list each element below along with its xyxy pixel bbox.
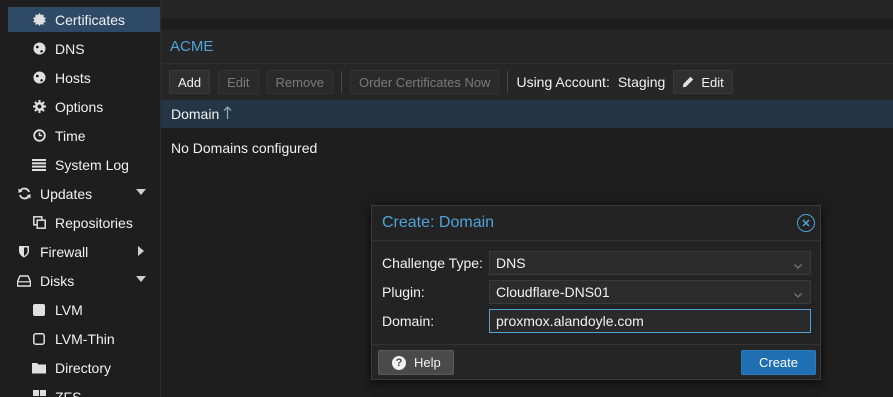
help-label: Help (414, 355, 441, 370)
sidebar-item-label: Certificates (55, 11, 126, 28)
gear-icon (32, 100, 46, 114)
list-icon (32, 158, 46, 172)
challenge-type-value: DNS (496, 255, 526, 271)
chevron-down-icon[interactable] (793, 287, 803, 303)
grid-header[interactable]: Domain (161, 100, 893, 128)
plugin-select[interactable]: Cloudflare-DNS01 (489, 280, 811, 304)
remove-button[interactable]: Remove (266, 70, 333, 94)
sort-ascending-icon (223, 105, 232, 123)
square-icon (32, 303, 46, 317)
sidebar-item-label: ZFS (55, 388, 82, 397)
hdd-icon (17, 274, 31, 288)
sidebar-item-label: Hosts (55, 69, 91, 86)
grid-icon (32, 390, 46, 397)
challenge-type-label: Challenge Type: (382, 255, 483, 271)
using-account-label: Using Account: (516, 74, 610, 90)
challenge-type-row: Challenge Type: DNS (382, 251, 812, 275)
sidebar-item-label: Options (55, 98, 104, 115)
account-value: Staging (617, 74, 666, 90)
domain-label: Domain: (382, 313, 435, 329)
chevron-down-icon[interactable] (136, 189, 146, 195)
sidebar-item-label: Disks (40, 272, 75, 289)
sidebar-item-lvm-thin[interactable]: LVM-Thin (8, 326, 160, 351)
sidebar-item-directory[interactable]: Directory (8, 355, 160, 380)
create-button[interactable]: Create (741, 350, 816, 375)
chevron-right-icon[interactable] (138, 246, 144, 256)
sidebar-item-hosts[interactable]: Hosts (8, 65, 160, 90)
sidebar-item-disks[interactable]: Disks (8, 268, 160, 293)
column-header-domain[interactable]: Domain (171, 106, 219, 122)
add-button[interactable]: Add (169, 70, 211, 94)
edit-button[interactable]: Edit (218, 70, 259, 94)
dialog-title: Create: Domain (382, 214, 495, 231)
account-edit-label: Edit (701, 74, 724, 90)
sidebar-item-lvm[interactable]: LVM (8, 297, 160, 322)
plugin-row: Plugin: Cloudflare-DNS01 (382, 280, 812, 304)
dialog-footer: ? Help Create (372, 344, 820, 379)
sidebar-item-label: Time (55, 127, 86, 144)
sidebar-item-options[interactable]: Options (8, 94, 160, 119)
plugin-label: Plugin: (382, 284, 425, 300)
copy-icon (32, 216, 46, 230)
globe-icon (32, 71, 46, 85)
create-domain-dialog: Create: Domain Challenge Type: DNS Plugi… (371, 205, 821, 380)
sidebar-item-label: Firewall (40, 243, 89, 260)
help-button[interactable]: ? Help (378, 350, 454, 375)
square-outline-icon (32, 332, 46, 346)
sidebar-item-label: LVM-Thin (55, 330, 115, 347)
sidebar-item-updates[interactable]: Updates (8, 181, 160, 206)
chevron-down-icon[interactable] (136, 276, 146, 282)
sidebar-item-zfs[interactable]: ZFS (8, 384, 160, 397)
plugin-value: Cloudflare-DNS01 (496, 284, 610, 300)
sidebar-item-system-log[interactable]: System Log (8, 152, 160, 177)
sidebar-item-label: System Log (55, 156, 129, 173)
top-bar (161, 0, 893, 18)
certificate-icon (32, 13, 46, 27)
sidebar-item-repositories[interactable]: Repositories (8, 210, 160, 235)
domain-value: proxmox.alandoyle.com (496, 313, 644, 329)
toolbar: Add Edit Remove Order Certificates Now U… (161, 63, 893, 100)
grid-empty-text: No Domains configured (171, 140, 318, 156)
shield-icon (17, 245, 31, 259)
question-icon: ? (392, 355, 406, 370)
sidebar-item-certificates[interactable]: Certificates (8, 7, 160, 32)
order-certificates-button[interactable]: Order Certificates Now (349, 70, 500, 94)
toolbar-separator (340, 71, 342, 93)
sidebar-item-label: Updates (40, 185, 93, 202)
sidebar-item-label: Repositories (55, 214, 133, 231)
toolbar-separator (507, 71, 509, 93)
close-icon[interactable] (797, 214, 815, 232)
challenge-type-select[interactable]: DNS (489, 251, 811, 275)
chevron-down-icon[interactable] (793, 258, 803, 274)
globe-icon (32, 42, 46, 56)
refresh-icon (17, 187, 31, 201)
sidebar-item-label: DNS (55, 40, 85, 57)
pencil-icon (682, 76, 694, 88)
domain-field[interactable]: proxmox.alandoyle.com (489, 309, 811, 333)
panel-title: ACME (161, 30, 893, 63)
sidebar-item-time[interactable]: Time (8, 123, 160, 148)
sidebar: Certificates DNS Hosts Options Time Syst… (0, 0, 161, 397)
clock-icon (32, 129, 46, 143)
sidebar-item-label: Directory (55, 359, 112, 376)
domain-row: Domain: proxmox.alandoyle.com (382, 309, 812, 333)
account-edit-button[interactable]: Edit (673, 70, 733, 94)
sidebar-item-firewall[interactable]: Firewall (8, 239, 160, 264)
dialog-body: Challenge Type: DNS Plugin: Cloudflare-D… (372, 240, 820, 344)
sidebar-item-label: LVM (55, 301, 83, 318)
folder-icon (32, 361, 46, 375)
sidebar-item-dns[interactable]: DNS (8, 36, 160, 61)
